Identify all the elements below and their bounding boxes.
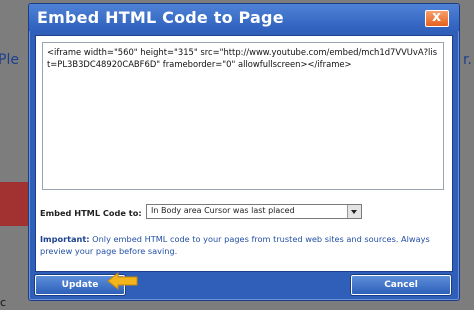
chevron-down-icon[interactable] [347, 205, 361, 218]
dialog-body: <iframe width="560" height="315" src="ht… [35, 35, 453, 272]
close-button[interactable]: x [425, 9, 449, 27]
background-text: Ple [0, 52, 19, 68]
embed-target-label: Embed HTML Code to: [40, 208, 142, 218]
cancel-button[interactable]: Cancel [351, 275, 451, 295]
html-code-textarea[interactable]: <iframe width="560" height="315" src="ht… [42, 42, 444, 190]
pointer-arrow-icon [107, 272, 138, 290]
embed-target-select[interactable]: In Body area Cursor was last placed [146, 204, 362, 219]
html-code-text: <iframe width="560" height="315" src="ht… [47, 47, 438, 69]
background-bottom-text: c [0, 296, 7, 309]
important-note-text: Only embed HTML code to your pages from … [40, 234, 430, 256]
background-red-block [0, 182, 30, 226]
important-note-label: Important: [40, 234, 90, 244]
dialog-title: Embed HTML Code to Page [37, 8, 284, 27]
important-note: Important: Only embed HTML code to your … [40, 233, 440, 257]
embed-html-dialog: Embed HTML Code to Page x <iframe width=… [28, 3, 460, 301]
background-text-right: r. [463, 52, 472, 68]
dialog-titlebar: Embed HTML Code to Page x [29, 4, 459, 31]
close-icon: x [432, 9, 442, 25]
embed-target-value: In Body area Cursor was last placed [151, 206, 295, 215]
dialog-footer: Update Cancel [29, 272, 459, 300]
